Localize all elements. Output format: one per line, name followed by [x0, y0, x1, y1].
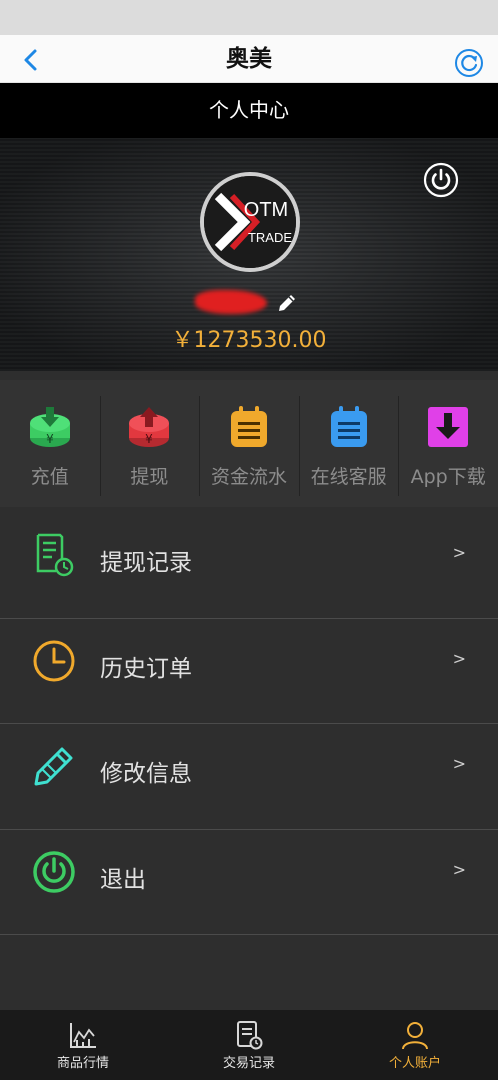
clock-icon — [33, 640, 75, 681]
app-title: 奥美 — [226, 46, 272, 72]
username-row — [195, 288, 305, 318]
withdraw-label: 提现 — [130, 466, 169, 488]
chevron-right-icon: > — [452, 754, 466, 773]
tab-account-label: 个人账户 — [388, 1056, 441, 1071]
quick-actions: ¥ 充值 ¥ 提现 资金流水 在线客服 App下载 — [0, 380, 498, 507]
tab-market-label: 商品行情 — [56, 1056, 109, 1071]
menu-list: 提现记录 > 历史订单 > 修改信息 > 退出 > — [0, 513, 498, 935]
tab-market[interactable]: 商品行情 — [0, 1010, 166, 1080]
tab-trade-records-label: 交易记录 — [222, 1056, 275, 1071]
chevron-right-icon: > — [452, 859, 466, 879]
avatar-brand-text: OTM — [244, 199, 288, 221]
history-orders-label: 历史订单 — [100, 655, 192, 682]
deposit-icon: ¥ — [29, 407, 70, 447]
deposit-button[interactable]: ¥ 充值 — [0, 380, 100, 507]
status-bar — [0, 0, 498, 35]
page-title: 个人中心 — [0, 83, 498, 138]
tab-trade-records[interactable]: 交易记录 — [166, 1010, 332, 1080]
power-icon — [33, 850, 75, 893]
download-icon — [428, 407, 469, 447]
nav-bar: 奥美 — [0, 35, 498, 83]
deposit-label: 充值 — [30, 466, 69, 488]
avatar-sub-text: TRADE — [248, 230, 292, 245]
chart-icon — [70, 1023, 96, 1048]
menu-item-edit-info[interactable]: 修改信息 > — [0, 724, 498, 830]
tab-bar: 商品行情 交易记录 个人账户 — [0, 1010, 498, 1080]
username-redacted — [195, 290, 267, 314]
fund-flow-button[interactable]: 资金流水 — [199, 380, 299, 507]
account-balance: ￥1273530.00 — [171, 328, 327, 353]
power-icon[interactable] — [423, 162, 459, 198]
chevron-right-icon: > — [452, 648, 466, 668]
menu-item-history-orders[interactable]: 历史订单 > — [0, 618, 498, 724]
withdraw-icon: ¥ — [129, 407, 170, 447]
withdraw-button[interactable]: ¥ 提现 — [99, 380, 200, 507]
app-download-label: App下载 — [410, 466, 486, 488]
edit-icon[interactable] — [275, 291, 299, 315]
record-icon — [237, 1021, 263, 1050]
withdraw-record-icon — [36, 533, 74, 577]
app-download-button[interactable]: App下载 — [398, 380, 498, 507]
withdraw-record-label: 提现记录 — [100, 550, 192, 576]
ledger-icon — [230, 406, 267, 447]
profile-panel: OTM TRADE ￥1273530.00 — [0, 138, 498, 371]
user-icon — [402, 1022, 428, 1050]
support-icon — [330, 406, 367, 447]
support-button[interactable]: 在线客服 — [298, 380, 399, 507]
edit-info-label: 修改信息 — [100, 761, 192, 787]
svg-text:¥: ¥ — [46, 432, 54, 446]
support-label: 在线客服 — [310, 466, 387, 488]
menu-item-withdraw-record[interactable]: 提现记录 > — [0, 513, 498, 619]
avatar[interactable]: OTM TRADE — [200, 172, 300, 272]
refresh-icon[interactable] — [454, 48, 484, 78]
menu-item-logout[interactable]: 退出 > — [0, 829, 498, 935]
chevron-right-icon: > — [452, 543, 466, 562]
fund-flow-label: 资金流水 — [210, 466, 287, 488]
svg-text:¥: ¥ — [146, 432, 154, 446]
logout-label: 退出 — [100, 866, 146, 893]
back-icon[interactable] — [16, 45, 46, 75]
tab-account[interactable]: 个人账户 — [332, 1010, 498, 1080]
pencil-icon — [34, 747, 73, 786]
logo-icon: OTM TRADE — [204, 176, 296, 268]
